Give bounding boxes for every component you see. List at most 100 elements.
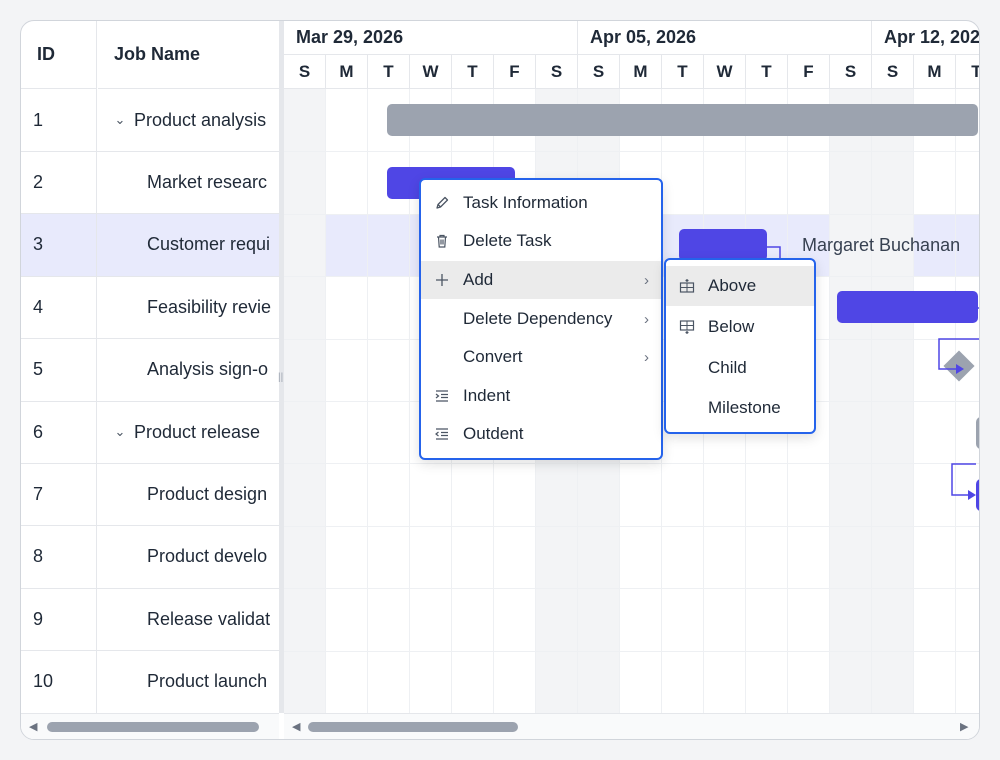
milestone-analysis-signoff[interactable] (943, 350, 975, 382)
submenu-item-label: Milestone (708, 398, 781, 417)
column-header-id[interactable]: ID (21, 21, 97, 89)
chevron-right-icon: › (644, 271, 649, 289)
day-header: T (452, 55, 494, 89)
menu-item-convert[interactable]: Convert › (421, 338, 661, 376)
menu-item-label: Add (463, 270, 494, 289)
chart-scroll-thumb[interactable] (308, 722, 518, 732)
menu-item-label: Delete Dependency (463, 309, 613, 328)
table-row[interactable]: 5 Analysis sign-o (21, 338, 279, 402)
cell-job-name: Product launch (98, 651, 279, 713)
cell-job-name: Feasibility revie (98, 276, 279, 338)
table-row[interactable]: 8 Product develo (21, 525, 279, 589)
grid-scroll-thumb[interactable] (47, 722, 259, 732)
cell-job-name: Market researc (98, 151, 279, 213)
day-header: S (872, 55, 914, 89)
day-header: M (914, 55, 956, 89)
outdent-icon (421, 426, 463, 442)
day-header: M (326, 55, 368, 89)
cell-id: 9 (21, 588, 97, 651)
column-header-job-name[interactable]: Job Name (98, 21, 279, 89)
day-header: W (704, 55, 746, 89)
indent-icon (421, 388, 463, 404)
trash-icon (421, 233, 463, 249)
day-header: M (620, 55, 662, 89)
job-name-text: Product develo (147, 546, 268, 567)
job-name-text: Product analysis (134, 109, 267, 130)
collapse-chevron-icon[interactable]: ⌄ (110, 424, 130, 440)
cell-id: 2 (21, 151, 97, 214)
menu-item-label: Indent (463, 386, 511, 405)
task-bar-product-design[interactable] (976, 479, 979, 511)
day-header: T (956, 55, 979, 89)
day-header: T (368, 55, 410, 89)
table-row[interactable]: 7 Product design (21, 463, 279, 527)
day-header: W (410, 55, 452, 89)
table-row[interactable]: 9 Release validat (21, 588, 279, 652)
table-row[interactable]: 1 ⌄ Product analysis (21, 89, 279, 152)
parent-task-bar-product-analysis[interactable] (387, 104, 978, 136)
job-name-text: Product launch (147, 671, 268, 692)
day-header: S (284, 55, 326, 89)
menu-item-task-information[interactable]: Task Information (421, 184, 661, 222)
task-grid: ID Job Name 1 ⌄ Product analysis 2 Market re… (21, 21, 280, 714)
context-menu: Task Information Delete Task Add › Delet… (419, 178, 663, 460)
collapse-chevron-icon[interactable]: ⌄ (110, 112, 130, 128)
submenu-item-milestone[interactable]: Milestone (666, 388, 814, 428)
submenu-item-label: Below (708, 317, 755, 336)
day-header: T (746, 55, 788, 89)
menu-item-label: Delete Task (463, 231, 552, 250)
task-bar-customer-requirements[interactable] (679, 229, 767, 261)
submenu-item-above[interactable]: Above (666, 266, 814, 306)
resource-label: Margaret Buchanan (802, 235, 961, 255)
cell-job-name: Customer requi (98, 214, 279, 276)
table-row[interactable]: 4 Feasibility revie (21, 276, 279, 340)
submenu-item-child[interactable]: Child (666, 348, 814, 388)
job-name-text: Market researc (147, 171, 268, 192)
menu-item-delete-task[interactable]: Delete Task (421, 222, 661, 260)
add-below-icon (666, 319, 708, 335)
cell-job-name: Analysis sign-o (98, 339, 279, 401)
grid-horizontal-scrollbar[interactable]: ◀ (21, 713, 279, 739)
menu-item-label: Convert (463, 347, 523, 366)
chevron-right-icon: › (644, 348, 649, 366)
chevron-right-icon: › (644, 310, 649, 328)
scroll-right-icon[interactable]: ▶ (960, 720, 968, 733)
parent-task-bar-product-release[interactable] (976, 417, 979, 449)
submenu-item-label: Above (708, 276, 757, 295)
menu-item-label: Task Information (463, 193, 588, 212)
cell-job-name: Product develo (98, 526, 279, 588)
menu-item-add[interactable]: Add › (421, 261, 661, 299)
pencil-icon (421, 195, 463, 211)
job-name-text: Release validat (147, 608, 271, 629)
table-row[interactable]: 3 Customer requi (21, 213, 279, 277)
cell-id: 8 (21, 525, 97, 588)
week-header-2: Apr 05, 2026 (578, 21, 872, 55)
cell-job-name: Product design (98, 463, 279, 525)
chart-horizontal-scrollbar[interactable]: ◀ ▶ (284, 713, 979, 739)
cell-job-name: Release validat (98, 588, 279, 650)
menu-item-label: Outdent (463, 424, 524, 443)
day-header: S (830, 55, 872, 89)
submenu-item-below[interactable]: Below (666, 307, 814, 347)
week-header-1: Mar 29, 2026 (284, 21, 578, 55)
cell-id: 7 (21, 463, 97, 526)
plus-icon (421, 272, 463, 288)
day-header: S (578, 55, 620, 89)
table-row[interactable]: 2 Market researc (21, 151, 279, 215)
menu-item-delete-dependency[interactable]: Delete Dependency › (421, 300, 661, 338)
job-name-text: Analysis sign-o (147, 359, 269, 380)
table-row[interactable]: 6 ⌄ Product release (21, 401, 279, 464)
menu-item-indent[interactable]: Indent (421, 377, 661, 415)
menu-item-outdent[interactable]: Outdent (421, 415, 661, 453)
table-row[interactable]: 10 Product launch (21, 650, 279, 714)
task-bar-feasibility-review[interactable] (837, 291, 978, 323)
day-header: F (788, 55, 830, 89)
scroll-left-icon[interactable]: ◀ (292, 720, 300, 733)
job-name-text: Feasibility revie (147, 296, 272, 317)
cell-id: 1 (21, 89, 97, 151)
cell-id: 3 (21, 213, 97, 276)
scroll-left-icon[interactable]: ◀ (29, 720, 37, 733)
job-name-text: Product design (147, 483, 268, 504)
add-above-icon (666, 278, 708, 294)
cell-id: 5 (21, 338, 97, 401)
